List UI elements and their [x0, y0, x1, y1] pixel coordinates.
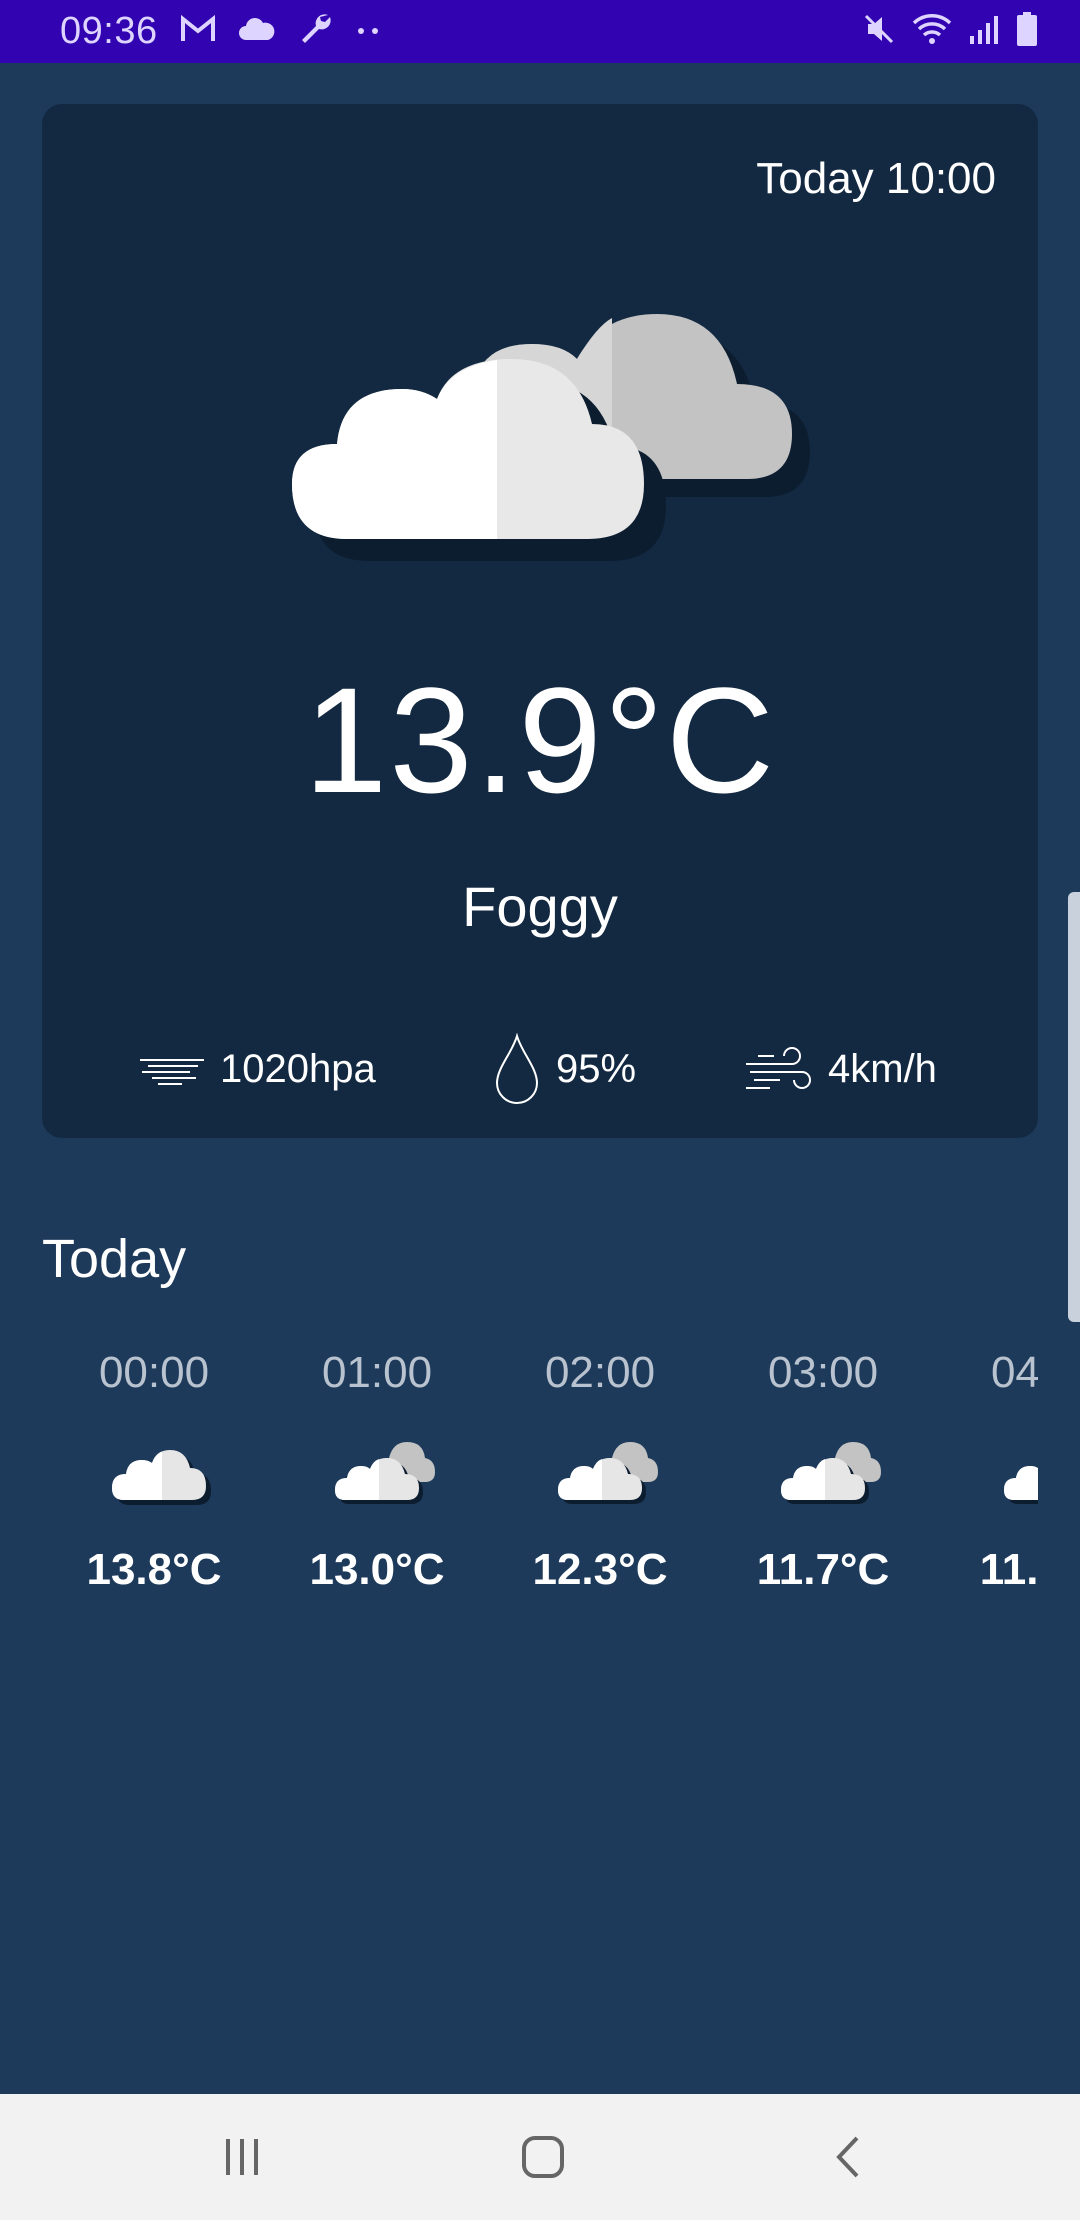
recent-apps-icon: [226, 2139, 258, 2175]
status-time: 09:36: [60, 10, 158, 52]
hourly-item[interactable]: 01:00 13.0°C: [265, 1340, 489, 1620]
gmail-icon: [180, 14, 216, 49]
wrench-icon: [298, 11, 334, 52]
hour-time: 00:00: [98, 1348, 210, 1397]
status-bar: 09:36: [0, 0, 1080, 63]
wifi-icon: [912, 13, 952, 50]
hour-temperature: 13.0°C: [309, 1545, 445, 1594]
humidity-stat: 95%: [492, 1019, 636, 1119]
wind-icon: [746, 1047, 811, 1089]
current-weather-card: Today 10:00 13.9°C Foggy 1020hpa 95% 4km…: [42, 104, 1038, 1138]
mute-icon: [862, 12, 896, 51]
more-dots-icon: [356, 23, 380, 41]
hour-time: 03:00: [767, 1348, 879, 1397]
battery-icon: [1016, 12, 1038, 51]
home-icon: [522, 2136, 564, 2178]
cloud-icon: [238, 16, 276, 47]
hour-time: 01:00: [321, 1348, 433, 1397]
pressure-stat: 1020hpa: [138, 1019, 376, 1119]
hourly-item[interactable]: 00:00 13.8°C: [42, 1340, 266, 1620]
hour-temperature: 13.8°C: [86, 1545, 222, 1594]
weather-stats: 1020hpa 95% 4km/h: [42, 1019, 1038, 1119]
home-button[interactable]: [503, 2124, 583, 2190]
status-left: 09:36: [60, 10, 380, 53]
section-title-today: Today: [42, 1229, 187, 1289]
signal-icon: [968, 14, 1000, 49]
hourly-item[interactable]: 04:00 11.1°C: [934, 1340, 1038, 1620]
hour-temperature: 11.7°C: [756, 1545, 890, 1594]
weather-condition: Foggy: [462, 875, 618, 938]
status-right: [862, 12, 1038, 51]
back-button[interactable]: [808, 2124, 888, 2190]
pressure-icon: [140, 1059, 204, 1085]
cloudy-icon: [335, 1442, 435, 1504]
cloud-icon: [112, 1450, 211, 1505]
water-drop-icon: [495, 1033, 539, 1104]
back-icon: [836, 2136, 859, 2178]
hour-time: 02:00: [544, 1348, 656, 1397]
wind-value: 4km/h: [828, 1046, 937, 1091]
recent-apps-button[interactable]: [202, 2124, 282, 2190]
humidity-value: 95%: [556, 1046, 637, 1091]
cloudy-icon: [292, 314, 810, 561]
wind-stat: 4km/h: [744, 1019, 937, 1119]
current-temperature: 13.9°C: [303, 656, 777, 824]
navigation-bar: [0, 2094, 1080, 2220]
hour-temperature: 12.3°C: [532, 1545, 668, 1594]
cloudy-icon: [781, 1442, 881, 1504]
hour-temperature: 11.1°C: [979, 1545, 1038, 1594]
pressure-value: 1020hpa: [220, 1046, 376, 1091]
hourly-forecast-list[interactable]: 00:00 13.8°C 01:00 13.0°C 02:00 12.3°C 0…: [42, 1340, 1038, 1620]
cloudy-icon: [1004, 1466, 1038, 1504]
scrollbar[interactable]: [1068, 892, 1080, 1322]
forecast-timestamp: Today 10:00: [756, 154, 996, 203]
hourly-item[interactable]: 02:00 12.3°C: [488, 1340, 712, 1620]
cloudy-icon: [558, 1442, 658, 1504]
hourly-item[interactable]: 03:00 11.7°C: [711, 1340, 935, 1620]
hour-time: 04:00: [990, 1348, 1038, 1397]
